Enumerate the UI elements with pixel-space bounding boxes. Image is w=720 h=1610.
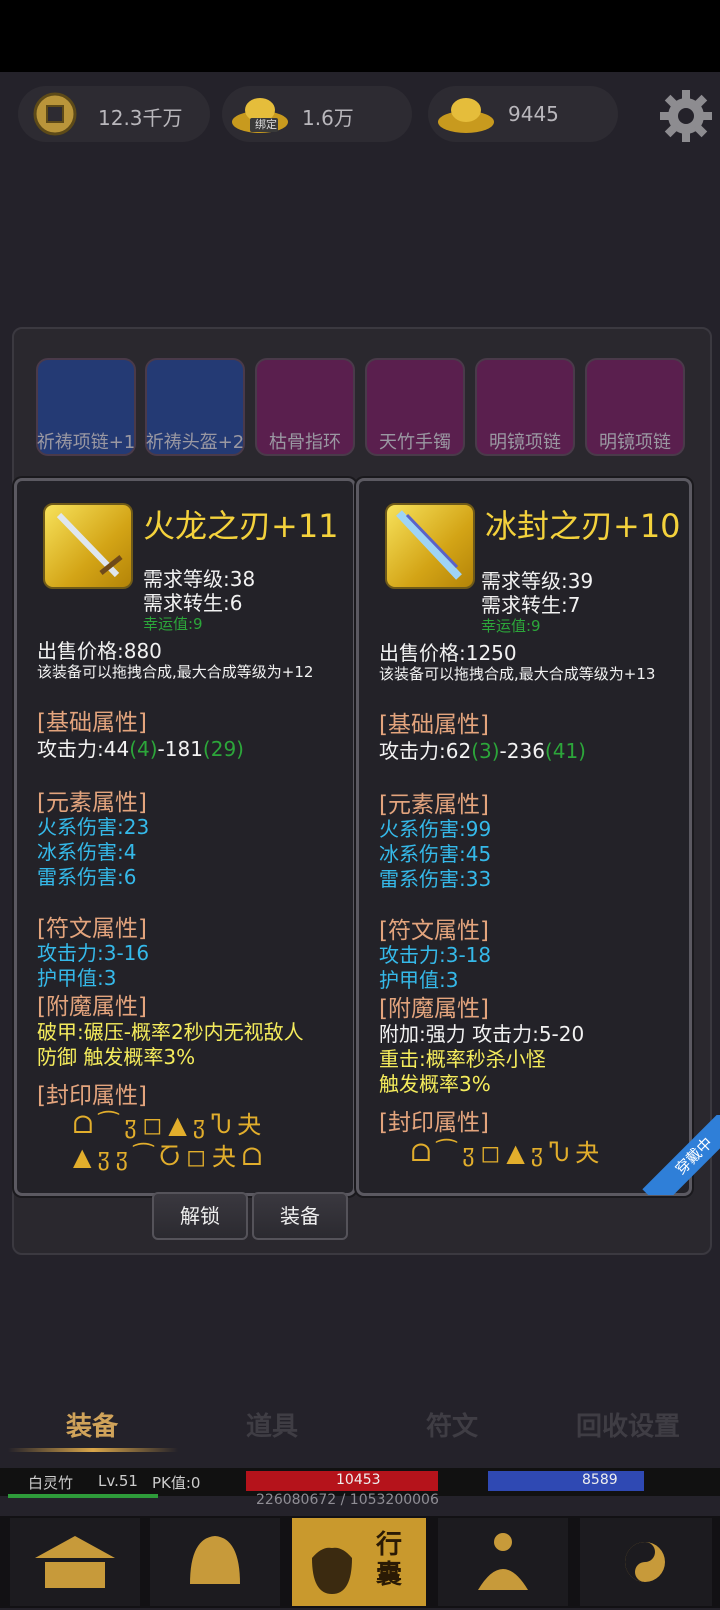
active-tab-indicator (8, 1448, 178, 1452)
gold-ingot-icon (438, 98, 494, 133)
equip-slot-6[interactable]: 明镜项链 (585, 358, 685, 456)
nav-bag-button[interactable]: 行囊 (292, 1518, 426, 1606)
frozen-blade-icon (385, 503, 475, 589)
tab-recycle-settings[interactable]: 回收设置 (576, 1406, 680, 1443)
bag-label: 行囊 (376, 1530, 403, 1590)
thunder-damage: 雷系伤害:33 (379, 867, 492, 891)
equip-slot-label: 枯骨指环 (269, 432, 341, 453)
copper-coin-value: 12.3千万 (98, 106, 183, 130)
nav-taoist-button[interactable] (580, 1518, 712, 1606)
luck-value: 幸运值:9 (143, 615, 203, 633)
player-name: 白灵竹 (28, 1474, 74, 1492)
temple-icon (35, 1536, 115, 1588)
copper-coin-counter: 12.3千万 (18, 86, 210, 142)
seal-runes-row-1: ᗝ⁀ჳ◻▲ჳჀ夬 (73, 1111, 268, 1139)
equip-slot-label: 明镜项链 (489, 432, 561, 453)
item-name: 火龙之刃+11 (143, 507, 339, 545)
exp-value: 226080672 / 1053200006 (256, 1492, 439, 1508)
equip-slot-2[interactable]: 祈祷头盔+2 (145, 358, 245, 456)
item-name: 冰封之刃+10 (485, 507, 681, 545)
player-pk: PK值:0 (152, 1474, 201, 1492)
seal-attr-header: [封印属性] (379, 1110, 489, 1136)
unlock-button[interactable]: 解锁 (152, 1192, 248, 1240)
thunder-damage: 雷系伤害:6 (37, 865, 137, 889)
equip-slot-label: 明镜项链 (599, 432, 671, 453)
luck-value: 幸运值:9 (481, 617, 541, 635)
settings-gear-icon[interactable] (658, 88, 714, 144)
item-tooltip-left: 火龙之刃+11 需求等级:38 需求转生:6 幸运值:9 出售价格:880 该装… (14, 478, 356, 1196)
tab-items[interactable]: 道具 (246, 1406, 298, 1443)
equip-slot-4[interactable]: 天竹手镯 (365, 358, 465, 456)
item-tooltip-right: 冰封之刃+10 需求等级:39 需求转生:7 幸运值:9 出售价格:1250 该… (356, 478, 692, 1196)
required-rebirth: 需求转生:6 (143, 591, 243, 615)
gold-value: 9445 (508, 102, 559, 126)
helmet-icon (190, 1536, 240, 1584)
base-attr-header: [基础属性] (37, 710, 147, 736)
hp-value: 10453 (336, 1472, 381, 1488)
exp-bar (8, 1494, 158, 1498)
nav-town-button[interactable] (10, 1518, 140, 1606)
sell-price: 出售价格:1250 (379, 641, 517, 665)
attack-line: 攻击力:62(3)-236(41) (379, 739, 586, 763)
resource-bar: 12.3千万 绑定 1.6万 9445 (0, 72, 720, 152)
required-rebirth: 需求转生:7 (481, 593, 581, 617)
gold-counter: 9445 (428, 86, 618, 142)
meditation-icon (478, 1533, 528, 1590)
bottom-nav: 行囊 (0, 1516, 720, 1608)
seal-runes-row-2: ▲ჳჳ⁀Ⴀ◻夬ᗝ (73, 1143, 268, 1171)
bound-gold-counter: 绑定 1.6万 (222, 86, 412, 142)
equip-slot-3[interactable]: 枯骨指环 (255, 358, 355, 456)
tab-runes[interactable]: 符文 (426, 1406, 478, 1443)
fire-dragon-blade-icon (43, 503, 133, 589)
seal-runes-row-1: ᗝ⁀ჳ◻▲ჳჀ夬 (411, 1139, 606, 1167)
bound-gold-value: 1.6万 (302, 106, 354, 130)
equip-button[interactable]: 装备 (252, 1192, 348, 1240)
copper-coin-icon (33, 92, 77, 136)
enchant-line-3: 触发概率3% (379, 1072, 491, 1096)
equip-slot-5[interactable]: 明镜项链 (475, 358, 575, 456)
equipped-badge: 穿戴中 (630, 1115, 720, 1195)
equip-slot-label: 天竹手镯 (379, 432, 451, 453)
tab-equipment[interactable]: 装备 (66, 1406, 118, 1443)
enchant-line-2: 防御 触发概率3% (37, 1045, 196, 1069)
merge-note: 该装备可以拖拽合成,最大合成等级为+13 (379, 665, 656, 683)
sell-price: 出售价格:880 (37, 639, 162, 663)
player-level: Lv.51 (98, 1472, 138, 1490)
mp-value: 8589 (582, 1472, 618, 1488)
base-attr-header: [基础属性] (379, 712, 489, 738)
attack-line: 攻击力:44(4)-181(29) (37, 737, 244, 761)
equip-slot-label: 祈祷头盔+2 (145, 432, 245, 453)
nav-character-button[interactable] (150, 1518, 280, 1606)
equip-slot-1[interactable]: 祈祷项链+1 (36, 358, 136, 456)
nav-meditate-button[interactable] (438, 1518, 568, 1606)
equip-slot-label: 祈祷项链+1 (36, 432, 136, 453)
merge-note: 该装备可以拖拽合成,最大合成等级为+12 (37, 663, 314, 681)
status-bar (0, 0, 720, 72)
bound-tag: 绑定 (255, 118, 277, 131)
bag-icon (312, 1547, 352, 1594)
mp-bar (488, 1471, 644, 1491)
yin-yang-icon (625, 1542, 665, 1582)
